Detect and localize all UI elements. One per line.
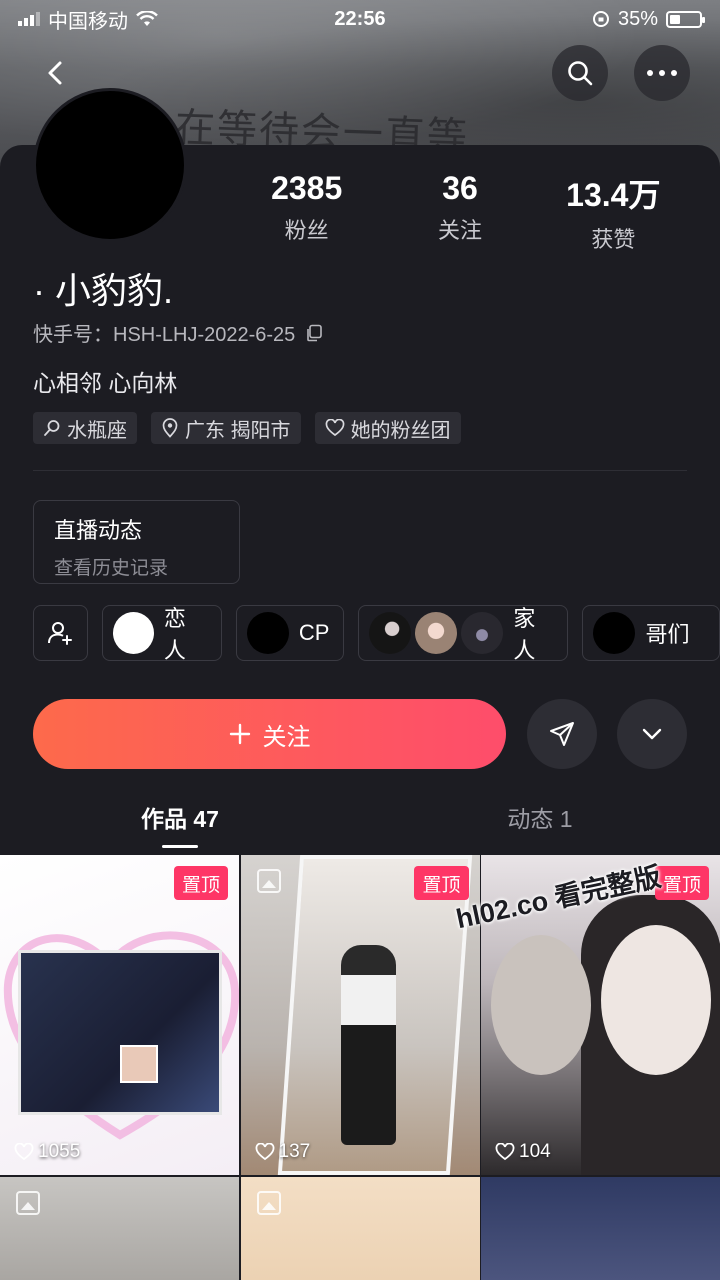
stat-value: 13.4万 xyxy=(566,177,661,213)
stat-likes[interactable]: 13.4万 获赞 xyxy=(537,170,690,254)
message-button[interactable] xyxy=(527,699,597,769)
post-tile[interactable] xyxy=(0,1177,239,1280)
tag-label: 广东 揭阳市 xyxy=(185,419,291,442)
nickname: · 小豹豹. xyxy=(33,270,173,311)
post-likes: 104 xyxy=(495,1141,551,1163)
pinned-badge: 置顶 xyxy=(414,866,469,900)
post-likes: 1055 xyxy=(14,1141,80,1163)
tag-label: 她的粉丝团 xyxy=(350,419,451,442)
chevron-down-icon xyxy=(642,728,662,740)
plus-icon xyxy=(229,723,250,745)
signal-icon xyxy=(18,12,40,26)
status-time: 22:56 xyxy=(334,7,386,30)
more-button[interactable] xyxy=(634,45,690,101)
profile-tags: 水瓶座 广东 揭阳市 她的粉丝团 xyxy=(33,412,461,444)
add-user-icon xyxy=(48,622,73,645)
post-tile[interactable]: 置顶 137 xyxy=(240,855,480,1175)
tab-moments[interactable]: 动态 1 xyxy=(360,800,720,850)
stat-label: 获赞 xyxy=(591,227,636,252)
image-icon xyxy=(256,1191,281,1215)
tab-works[interactable]: 作品 47 xyxy=(0,800,360,850)
stat-label: 粉丝 xyxy=(284,218,329,243)
image-icon xyxy=(256,869,281,893)
expand-button[interactable] xyxy=(617,699,687,769)
add-relation-button[interactable] xyxy=(33,605,88,661)
post-photo xyxy=(491,935,591,1075)
heart-icon xyxy=(255,1143,274,1161)
pinned-badge: 置顶 xyxy=(654,866,709,900)
post-tile[interactable] xyxy=(481,1177,720,1280)
relation-label: 哥们 xyxy=(645,622,690,647)
carrier-label: 中国移动 xyxy=(48,10,128,33)
relation-avatar xyxy=(246,612,289,654)
relation-avatar xyxy=(369,612,412,654)
stat-value: 36 xyxy=(442,170,478,206)
kuaishou-id: 快手号：HSH-LHJ-2022-6-25 xyxy=(33,324,296,346)
divider xyxy=(33,470,687,471)
relation-bro[interactable]: 哥们 xyxy=(582,605,720,661)
more-icon xyxy=(647,70,677,76)
battery-percent: 35% xyxy=(617,7,658,30)
search-icon xyxy=(568,61,593,86)
profile-stats: 2385 粉丝 36 关注 13.4万 获赞 xyxy=(230,170,690,254)
rotation-lock-icon xyxy=(592,11,609,27)
stat-value: 2385 xyxy=(271,170,343,206)
post-photo xyxy=(18,950,222,1115)
bio: 心相邻 心向林 xyxy=(33,370,178,396)
post-likes: 137 xyxy=(255,1141,311,1163)
post-tile[interactable]: 置顶 1055 xyxy=(0,855,239,1175)
relation-avatar xyxy=(593,612,636,654)
relationship-row: 恋人 CP 家人 哥们 xyxy=(33,605,720,663)
battery-icon xyxy=(666,10,705,28)
stat-following[interactable]: 36 关注 xyxy=(383,170,536,254)
likes-count: 1055 xyxy=(38,1141,81,1162)
image-icon xyxy=(16,1191,40,1215)
send-icon xyxy=(550,722,574,746)
wifi-icon xyxy=(136,11,158,26)
post-figure xyxy=(340,945,396,1145)
chevron-left-icon xyxy=(48,61,62,85)
relation-avatar xyxy=(461,612,504,654)
post-tile[interactable] xyxy=(240,1177,480,1280)
live-title: 直播动态 xyxy=(54,518,143,543)
heart-icon xyxy=(14,1143,34,1161)
live-history-card[interactable]: 直播动态 查看历史记录 xyxy=(33,500,240,584)
relation-avatar xyxy=(112,612,154,654)
relation-avatar xyxy=(415,612,458,654)
post-grid: 置顶 1055 置顶 137 置顶 104 xyxy=(0,855,720,1280)
follow-label: 关注 xyxy=(262,723,311,751)
tag-label: 水瓶座 xyxy=(67,419,127,442)
stat-followers[interactable]: 2385 粉丝 xyxy=(230,170,383,254)
search-button[interactable] xyxy=(552,45,608,101)
heart-icon xyxy=(325,419,344,437)
relation-label: 恋人 xyxy=(163,606,186,663)
relation-family[interactable]: 家人 xyxy=(358,605,569,663)
avatar[interactable] xyxy=(33,88,187,242)
content-tabs: 作品 47 动态 1 xyxy=(0,800,720,850)
likes-count: 137 xyxy=(278,1141,311,1162)
likes-count: 104 xyxy=(519,1141,551,1162)
kuaishou-id-row: 快手号：HSH-LHJ-2022-6-25 xyxy=(33,318,323,347)
status-bar: 中国移动 22:56 35% xyxy=(0,0,720,38)
relation-label: CP xyxy=(298,620,330,645)
tag-location[interactable]: 广东 揭阳市 xyxy=(151,412,301,444)
relation-label: 家人 xyxy=(513,606,536,663)
relation-cp[interactable]: CP xyxy=(235,605,345,661)
tag-fan-club[interactable]: 她的粉丝团 xyxy=(314,412,461,444)
relation-lover[interactable]: 恋人 xyxy=(101,605,222,663)
location-icon xyxy=(162,418,178,438)
stat-label: 关注 xyxy=(437,218,482,243)
live-subtitle: 查看历史记录 xyxy=(54,558,169,579)
tag-zodiac[interactable]: 水瓶座 xyxy=(33,412,137,444)
search-icon xyxy=(44,420,60,436)
follow-button[interactable]: 关注 xyxy=(33,699,506,769)
back-button[interactable] xyxy=(28,45,84,101)
pinned-badge: 置顶 xyxy=(173,866,228,900)
post-photo-inset xyxy=(120,1045,158,1083)
post-photo xyxy=(601,925,711,1075)
copy-icon[interactable] xyxy=(305,324,323,342)
heart-icon xyxy=(495,1143,515,1161)
